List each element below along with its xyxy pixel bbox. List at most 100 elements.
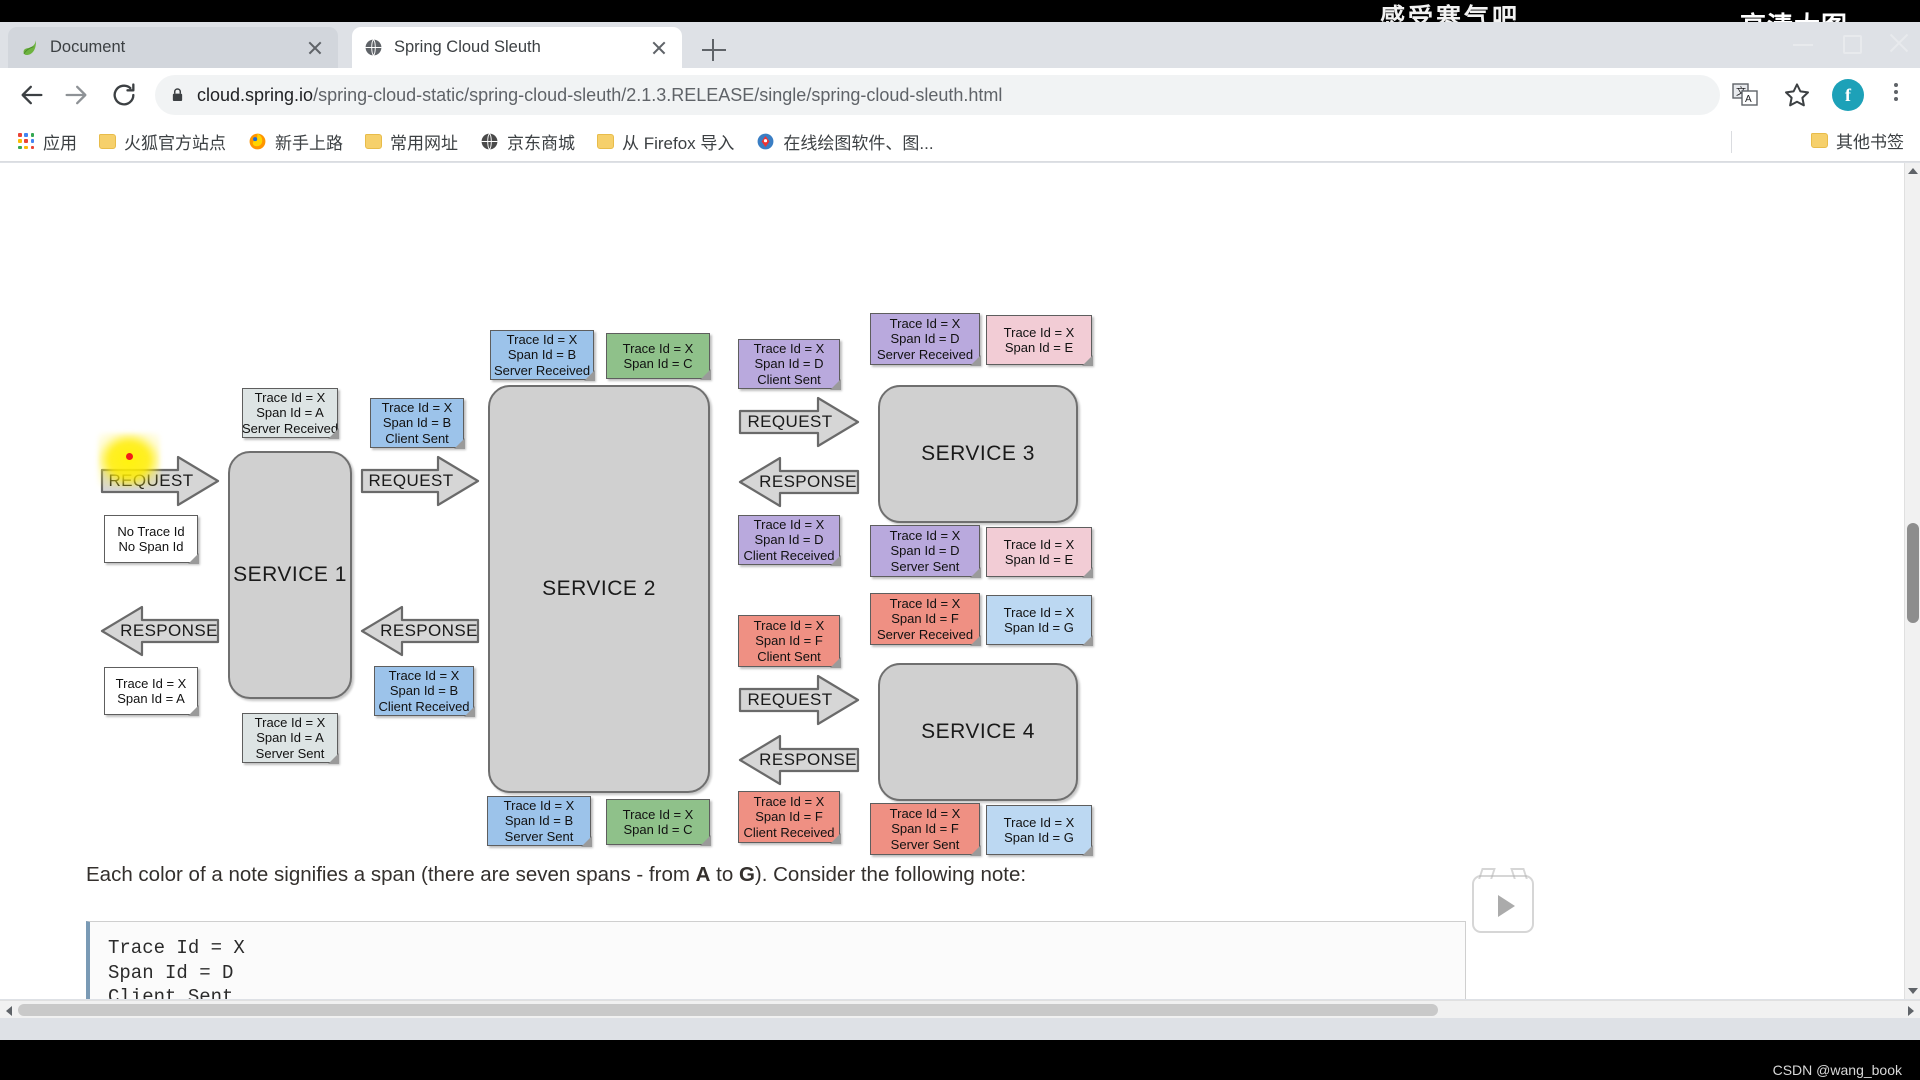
note-line: No Trace Id <box>117 523 185 539</box>
note-line: Span Id = B <box>389 683 459 699</box>
horizontal-scrollbar[interactable] <box>0 1000 1920 1018</box>
note-line: Trace Id = X <box>622 806 694 822</box>
note-line: Trace Id = X <box>503 797 575 813</box>
note-b-client-sent: Trace Id = X Span Id = B Client Sent <box>370 398 465 449</box>
tab-spring-cloud-sleuth[interactable]: Spring Cloud Sleuth <box>352 27 682 68</box>
note-line: Span Id = C <box>623 822 693 837</box>
bookmark-label: 其他书签 <box>1836 133 1904 152</box>
service-label: SERVICE 4 <box>921 720 1035 743</box>
bookmark-firefox-official[interactable]: 火狐官方站点 <box>99 128 226 156</box>
vertical-scrollbar[interactable] <box>1904 163 1920 999</box>
arrow-request-s1s2: REQUEST <box>360 455 480 507</box>
back-arrow-icon[interactable] <box>18 81 46 109</box>
paragraph-text-2: to <box>710 863 739 886</box>
bookmark-label: 京东商城 <box>507 134 575 153</box>
maximize-icon[interactable] <box>1840 32 1862 54</box>
note-b-client-received: Trace Id = X Span Id = B Client Received <box>374 666 475 717</box>
note-line: Span Id = D <box>890 543 960 559</box>
tab-title: Document <box>50 38 126 56</box>
note-line: Client Received <box>743 824 835 840</box>
note-d-client-sent: Trace Id = X Span Id = D Client Sent <box>738 339 841 390</box>
note-line: Span Id = C <box>623 356 693 371</box>
note-line: Span Id = D <box>754 532 824 548</box>
service-label: SERVICE 1 <box>233 563 347 586</box>
note-line: Server Sent <box>255 745 325 761</box>
page-paragraph: Each color of a note signifies a span (t… <box>86 863 1026 887</box>
note-line: Client Received <box>743 547 835 563</box>
note-line: Span Id = D <box>890 331 960 347</box>
note-line: Span Id = A <box>256 405 324 421</box>
vertical-scrollbar-thumb[interactable] <box>1907 523 1919 623</box>
scroll-up-arrow-icon[interactable] <box>1905 163 1920 179</box>
note-line: Trace Id = X <box>254 389 326 405</box>
note-line: Trace Id = X <box>115 675 187 691</box>
service-2-box: SERVICE 2 <box>488 385 710 793</box>
bookmark-getting-started[interactable]: 新手上路 <box>248 128 343 156</box>
tab-strip: Document Spring Cloud Sleuth <box>0 22 1920 68</box>
firefox-icon <box>249 133 266 150</box>
bottom-black-band <box>0 1058 1920 1080</box>
bookmarks-bar: 应用 火狐官方站点 新手上路 常用网址 京东商城 从 Firefox 导入 在线… <box>0 122 1920 162</box>
service-3-box: SERVICE 3 <box>878 385 1078 523</box>
note-line: Server Sent <box>890 836 960 852</box>
bookmark-import-firefox[interactable]: 从 Firefox 导入 <box>597 128 734 156</box>
scroll-left-arrow-icon[interactable] <box>1 1002 17 1018</box>
note-line: Trace Id = X <box>388 667 460 683</box>
reload-icon[interactable] <box>110 81 138 109</box>
code-line: Trace Id = X <box>108 937 245 959</box>
tab-document[interactable]: Document <box>8 27 338 68</box>
arrow-response-s4s2: RESPONSE <box>738 734 860 786</box>
translate-icon[interactable]: 文 A <box>1730 80 1760 110</box>
url-host: cloud.spring.io <box>197 84 314 105</box>
code-line: Span Id = D <box>108 961 234 984</box>
top-black-band <box>0 0 1920 22</box>
note-line: Trace Id = X <box>753 516 825 532</box>
note-line: Trace Id = X <box>1003 814 1075 830</box>
arrow-response-out: RESPONSE <box>100 605 220 657</box>
scroll-right-arrow-icon[interactable] <box>1903 1002 1919 1018</box>
bookmark-label: 常用网址 <box>390 134 458 153</box>
paragraph-text-3: ). Consider the following note: <box>754 863 1027 886</box>
browser-window: Document Spring Cloud Sleuth cloud.sprin… <box>0 22 1920 1040</box>
address-bar[interactable]: cloud.spring.io/spring-cloud-static/spri… <box>155 75 1720 115</box>
close-icon[interactable] <box>648 37 670 59</box>
note-line: Trace Id = X <box>889 527 961 543</box>
screen-root: 感受寒气吧 高清大图 Document Spring Cloud Sleuth <box>0 0 1920 1080</box>
bookmark-jd[interactable]: 京东商城 <box>480 128 575 156</box>
url-path: /spring-cloud-static/spring-cloud-sleuth… <box>313 84 1003 105</box>
forward-arrow-icon[interactable] <box>62 81 90 109</box>
paragraph-bold-g: G <box>738 863 755 886</box>
code-block: Trace Id = X Span Id = D Client Sent <box>86 921 1466 999</box>
note-line: Span Id = F <box>891 611 959 627</box>
note-c-bottom: Trace Id = X Span Id = C <box>606 799 711 846</box>
note-f-server-sent: Trace Id = X Span Id = F Server Sent <box>870 803 981 856</box>
svg-text:A: A <box>1745 94 1752 105</box>
scroll-down-arrow-icon[interactable] <box>1905 983 1920 999</box>
note-line: Trace Id = X <box>753 793 825 809</box>
note-f-server-received: Trace Id = X Span Id = F Server Received <box>870 593 981 646</box>
apps-grid-icon <box>18 133 35 150</box>
avatar[interactable]: f <box>1832 79 1864 111</box>
minimize-icon[interactable] <box>1792 32 1814 54</box>
note-line: Trace Id = X <box>1003 324 1075 340</box>
bookmark-other-bookmarks[interactable]: 其他书签 <box>1811 128 1904 153</box>
close-window-icon[interactable] <box>1888 32 1910 54</box>
note-line: Span Id = G <box>1004 830 1074 845</box>
video-play-overlay[interactable] <box>1472 868 1534 933</box>
horizontal-scrollbar-thumb[interactable] <box>18 1004 1438 1016</box>
new-tab-button[interactable] <box>700 36 728 64</box>
note-line: Trace Id = X <box>889 595 961 611</box>
note-line: Client Received <box>378 698 470 714</box>
code-line: Client Sent <box>108 986 234 999</box>
note-line: Trace Id = X <box>753 340 825 356</box>
note-g-bottom: Trace Id = X Span Id = G <box>986 805 1093 856</box>
three-dots-menu-icon[interactable] <box>1886 80 1906 110</box>
bookmark-diagram-software[interactable]: 在线绘图软件、图... <box>756 128 934 156</box>
url-text: cloud.spring.io/spring-cloud-static/spri… <box>197 85 1002 106</box>
star-icon[interactable] <box>1782 80 1812 110</box>
paragraph-bold-a: A <box>695 863 711 886</box>
bookmark-apps[interactable]: 应用 <box>18 128 77 156</box>
close-icon[interactable] <box>304 37 326 59</box>
bookmark-common-sites[interactable]: 常用网址 <box>365 128 458 156</box>
note-f-client-sent: Trace Id = X Span Id = F Client Sent <box>738 615 841 668</box>
